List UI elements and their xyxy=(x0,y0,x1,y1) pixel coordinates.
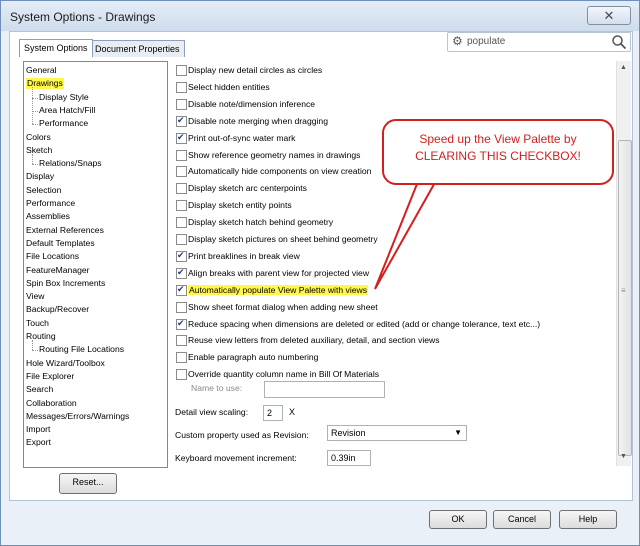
dialog-window: System Options - Drawings ✕ System Optio… xyxy=(0,0,640,546)
callout-line-1: Speed up the View Palette by xyxy=(419,132,577,146)
callout-line-2: CLEARING THIS CHECKBOX! xyxy=(415,149,581,163)
callout-text: Speed up the View Palette by CLEARING TH… xyxy=(384,131,612,165)
annotation-callout: Speed up the View Palette by CLEARING TH… xyxy=(382,119,614,185)
callout-pointer xyxy=(374,178,439,290)
